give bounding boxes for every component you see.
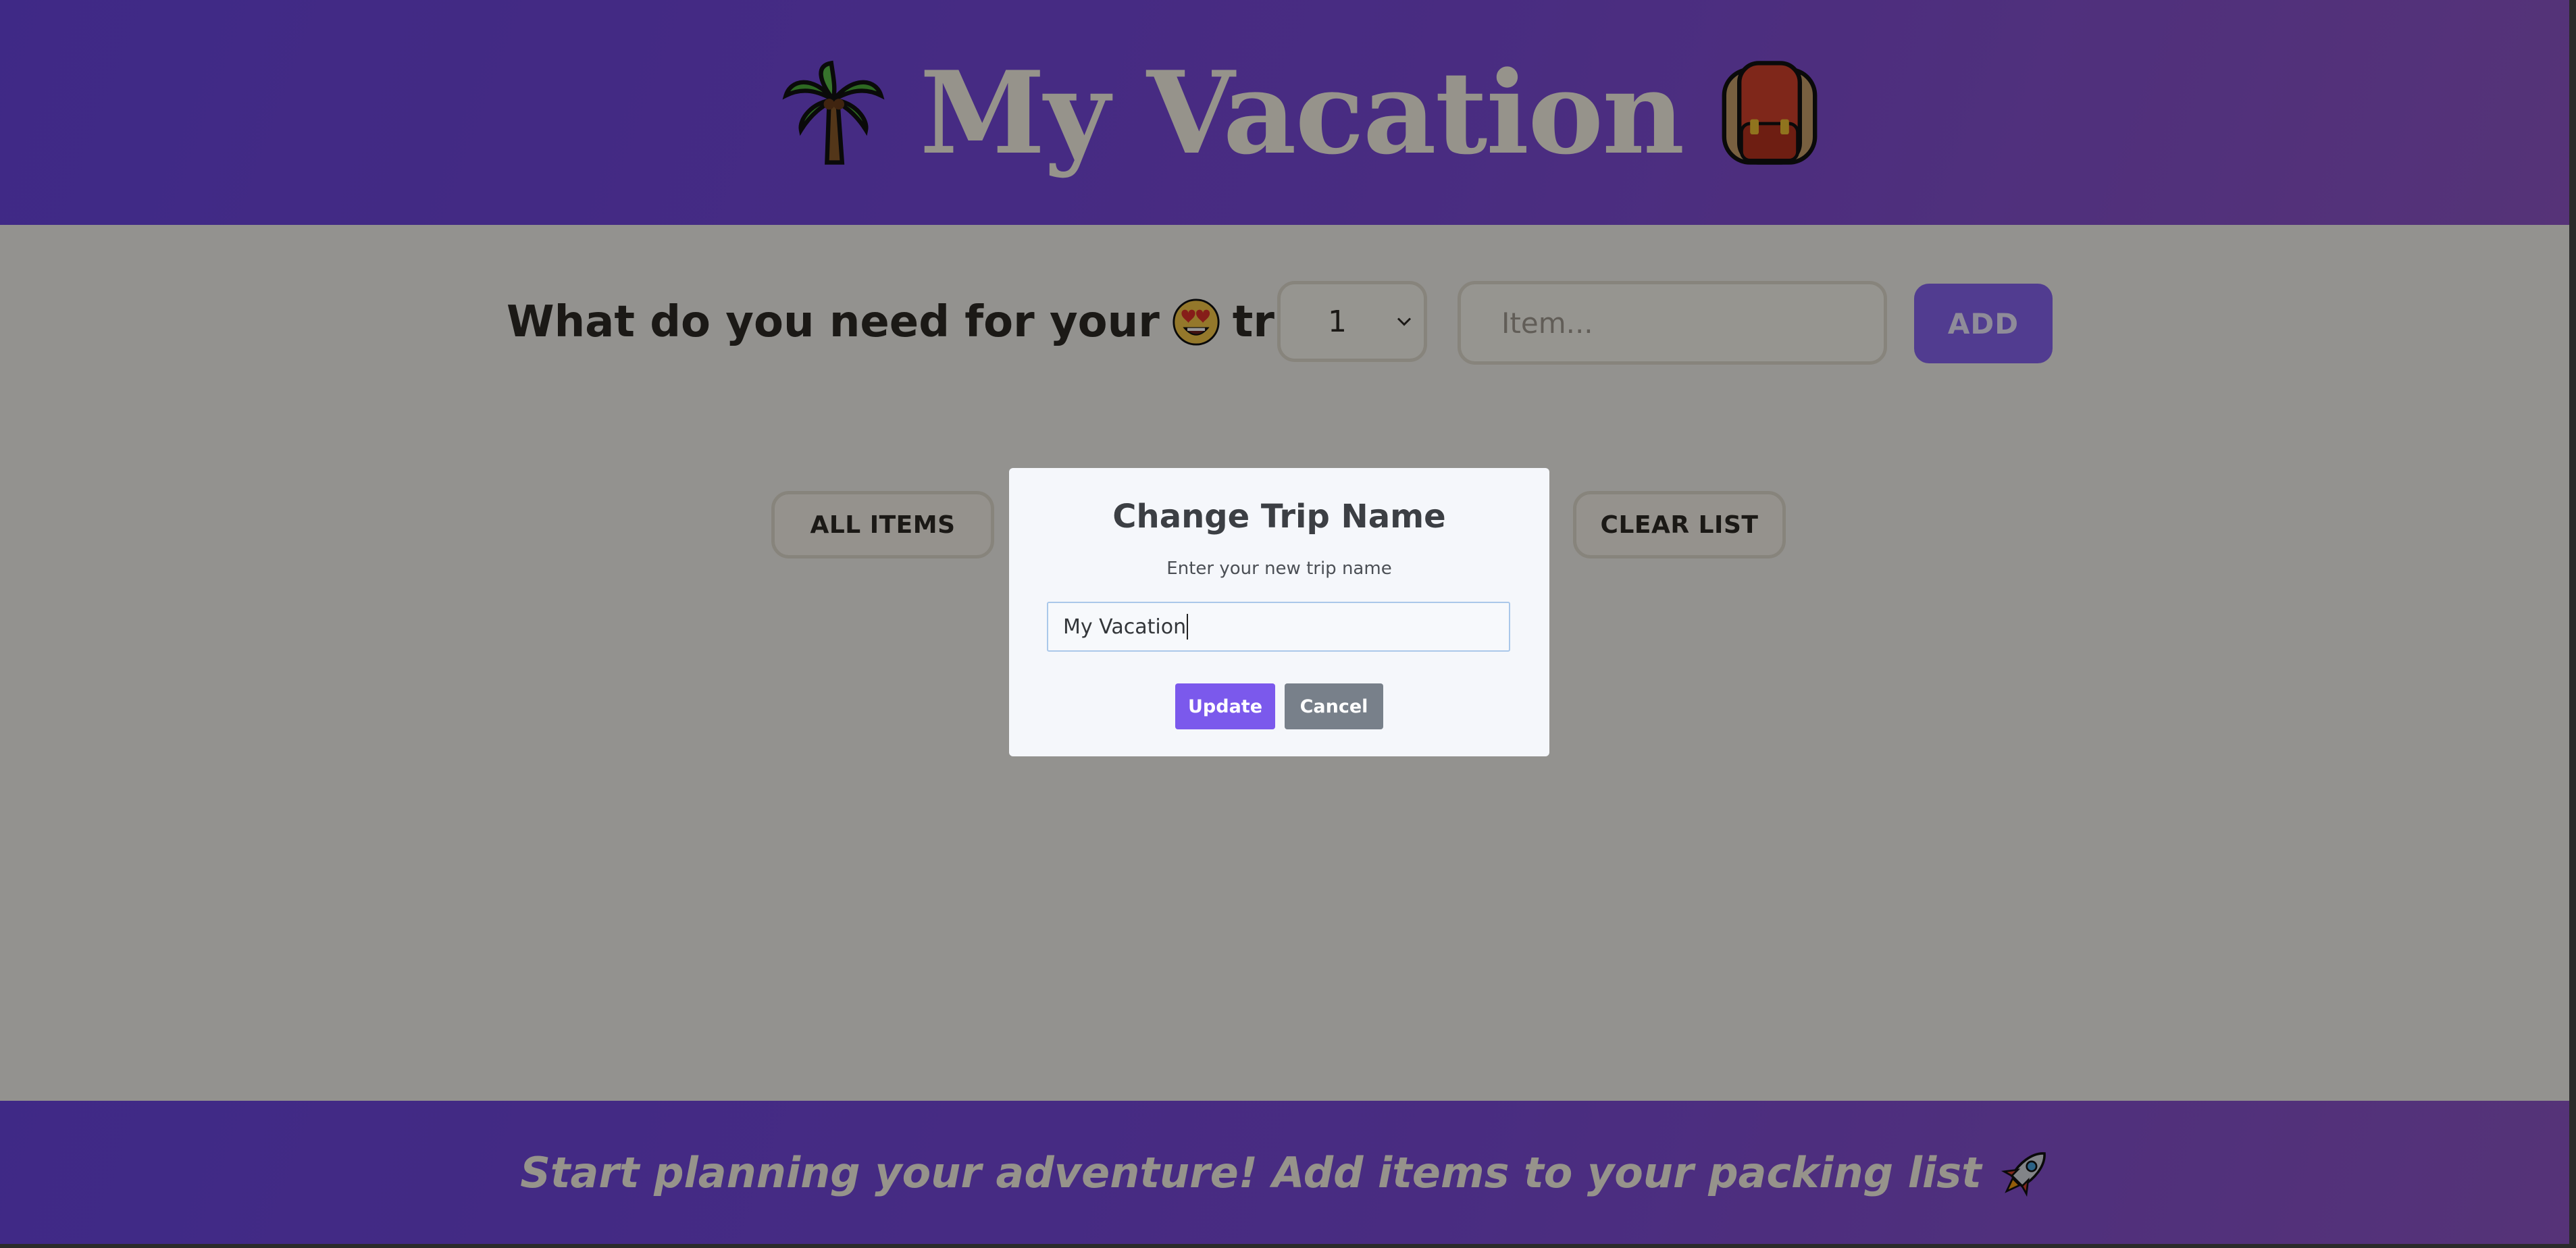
cancel-button[interactable]: Cancel <box>1285 683 1383 729</box>
dialog-subtitle: Enter your new trip name <box>1166 558 1392 579</box>
app-page: My Vacation What do you need for your tr… <box>0 0 2576 1248</box>
dialog-title: Change Trip Name <box>1112 498 1446 536</box>
window-edge-bottom <box>0 1244 2576 1248</box>
trip-name-input-value: My Vacation <box>1063 615 1187 639</box>
change-trip-name-dialog: Change Trip Name Enter your new trip nam… <box>1009 468 1549 756</box>
trip-name-input[interactable]: My Vacation <box>1047 602 1510 652</box>
text-caret <box>1187 614 1189 640</box>
window-edge-right <box>2569 0 2576 1248</box>
update-button[interactable]: Update <box>1175 683 1275 729</box>
